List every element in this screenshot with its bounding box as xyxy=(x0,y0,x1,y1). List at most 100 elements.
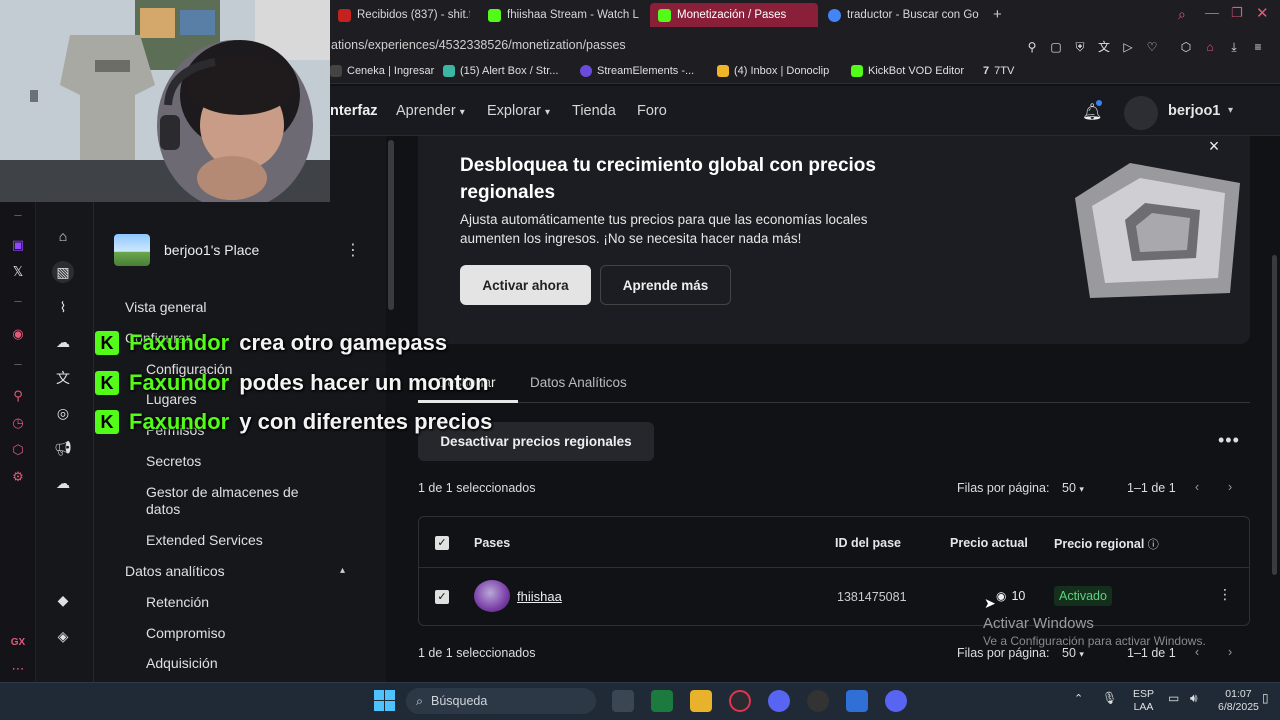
avatar[interactable] xyxy=(1124,96,1158,130)
sidebar-scrollbar[interactable] xyxy=(388,140,394,310)
column-header-regional-price[interactable]: Precio regional ⓘ xyxy=(1054,536,1159,552)
history-icon[interactable]: ◷ xyxy=(9,414,27,432)
play-icon[interactable]: ▷ xyxy=(1121,40,1135,54)
sidebar-item-datastore-2[interactable]: datos xyxy=(146,501,180,517)
microphone-icon[interactable]: 🎙︎ xyxy=(1102,692,1117,705)
rows-per-page-select[interactable]: 50 ▾ xyxy=(1062,646,1084,660)
info-icon[interactable]: ⓘ xyxy=(1148,539,1159,551)
sidebar-item-analytics[interactable]: Datos analíticos xyxy=(125,563,225,579)
roblox-logo-icon[interactable]: ◈ xyxy=(52,625,74,647)
windows-start-icon[interactable] xyxy=(374,690,395,711)
username[interactable]: berjoo1 xyxy=(1168,103,1220,119)
bookmark-alertbox[interactable]: (15) Alert Box / Str... xyxy=(443,65,558,77)
monitor-icon[interactable]: ▭ xyxy=(1168,692,1179,705)
volume-icon[interactable]: 🔊︎ xyxy=(1190,692,1198,705)
discord-notify-icon[interactable] xyxy=(885,690,907,712)
sidebar-item-extended-services[interactable]: Extended Services xyxy=(146,532,263,548)
wallet-icon[interactable]: ⌂ xyxy=(1203,40,1217,54)
bookmark-7tv[interactable]: 7 7TV xyxy=(983,65,1014,77)
pin-sidebar-icon[interactable]: ⚲ xyxy=(9,387,27,405)
language-indicator[interactable]: ESP LAA xyxy=(1133,688,1154,714)
activate-now-button[interactable]: Activar ahora xyxy=(460,265,591,305)
nav-learn[interactable]: Aprender ▾ xyxy=(396,103,465,119)
taskbar-search[interactable]: ⌕ Búsqueda xyxy=(406,688,596,714)
player-icon[interactable]: ◉ xyxy=(9,325,27,343)
extensions-sidebar-icon[interactable]: ⬡ xyxy=(9,441,27,459)
xbox-icon[interactable] xyxy=(651,690,673,712)
nav-interface[interactable]: nterfaz xyxy=(330,103,378,119)
chevron-up-icon[interactable]: ▴ xyxy=(340,565,345,576)
rows-per-page-select[interactable]: 50 ▾ xyxy=(1062,481,1084,495)
column-header-id[interactable]: ID del pase xyxy=(835,536,901,550)
clock[interactable]: 01:07 6/8/2025 xyxy=(1218,688,1259,714)
twitch-icon[interactable]: ▣ xyxy=(9,236,27,254)
maximize-icon[interactable]: ❐ xyxy=(1231,5,1243,21)
new-tab-button[interactable]: + xyxy=(993,6,1002,23)
shield-icon[interactable]: ⛨ xyxy=(1073,40,1087,54)
main-scrollbar[interactable] xyxy=(1272,255,1277,575)
sidebar-item-engagement[interactable]: Compromiso xyxy=(146,625,225,641)
bookmark-ceneka[interactable]: Ceneka | Ingresar xyxy=(330,65,434,77)
chevron-up-icon[interactable]: ⌃ xyxy=(1074,693,1083,706)
row-more-vertical-icon[interactable]: ⋮ xyxy=(1218,586,1232,603)
analytics-icon[interactable]: ⌇ xyxy=(52,296,74,318)
home-icon[interactable]: ⌂ xyxy=(52,225,74,247)
column-header-current-price[interactable]: Precio actual xyxy=(950,536,1028,550)
sidebar-item-datastore[interactable]: Gestor de almacenes de xyxy=(146,484,299,500)
tab-kick-stream[interactable]: fhiishaa Stream - Watch L xyxy=(480,3,640,27)
experiences-icon[interactable]: ▧ xyxy=(52,261,74,283)
roblox-studio-taskbar-icon[interactable] xyxy=(846,690,868,712)
place-name[interactable]: berjoo1's Place xyxy=(164,242,259,258)
bookmark-streamelements[interactable]: StreamElements -... xyxy=(580,65,694,77)
translate-rail-icon[interactable]: 文 xyxy=(52,367,74,389)
opera-gx-icon[interactable] xyxy=(729,690,751,712)
notifications-icon[interactable]: ▯ xyxy=(1262,692,1269,705)
more-icon[interactable]: ⋯ xyxy=(9,660,27,678)
tab-gmail[interactable]: Recibidos (837) - shit.fem xyxy=(330,3,470,27)
close-icon[interactable]: × xyxy=(1205,137,1223,155)
sidebar-item-acquisition[interactable]: Adquisición xyxy=(146,655,218,671)
nav-explore[interactable]: Explorar ▾ xyxy=(487,103,550,119)
sidebar-item-retention[interactable]: Retención xyxy=(146,594,209,610)
column-header-passes[interactable]: Pases xyxy=(474,536,510,550)
select-all-checkbox[interactable]: ✓ xyxy=(435,536,449,550)
chevron-left-icon[interactable]: ‹ xyxy=(1195,480,1199,494)
task-view-icon[interactable] xyxy=(612,690,634,712)
ads-icon[interactable]: 📢︎ xyxy=(52,437,74,459)
sidebar-item-secrets[interactable]: Secretos xyxy=(146,453,201,469)
tab-google[interactable]: traductor - Buscar con Go xyxy=(820,3,990,27)
screenshot-icon[interactable]: ▢ xyxy=(1049,40,1063,54)
url-text[interactable]: ations/experiences/4532338526/monetizati… xyxy=(331,38,626,52)
discord-icon[interactable] xyxy=(768,690,790,712)
tab-analytics[interactable]: Datos Analíticos xyxy=(530,375,627,390)
row-checkbox[interactable]: ✓ xyxy=(435,590,449,604)
menu-icon[interactable]: ≡ xyxy=(1251,40,1265,54)
translate-icon[interactable]: 文 xyxy=(1097,40,1111,54)
minimize-icon[interactable]: — xyxy=(1205,4,1219,20)
more-vertical-icon[interactable]: ⋮ xyxy=(345,240,361,260)
cloud-icon[interactable]: ☁ xyxy=(52,472,74,494)
file-explorer-icon[interactable] xyxy=(690,690,712,712)
community-icon[interactable]: ☁ xyxy=(52,331,74,353)
pin-icon[interactable]: ⚲ xyxy=(1025,40,1039,54)
chevron-right-icon[interactable]: › xyxy=(1228,480,1232,494)
obs-icon[interactable] xyxy=(807,690,829,712)
extensions-icon[interactable]: ⬡ xyxy=(1179,40,1193,54)
bookmark-donoclip[interactable]: (4) Inbox | Donoclip xyxy=(717,65,829,77)
sidebar-item-overview[interactable]: Vista general xyxy=(125,299,206,315)
download-icon[interactable]: ⤓ xyxy=(1227,40,1241,54)
x-twitter-icon[interactable]: 𝕏 xyxy=(9,263,27,281)
more-horizontal-icon[interactable]: ••• xyxy=(1218,430,1240,451)
chevron-right-icon[interactable]: › xyxy=(1228,645,1232,659)
pass-name-link[interactable]: fhiishaa xyxy=(517,589,562,604)
tab-monetization[interactable]: Monetización / Pases xyxy=(650,3,818,27)
close-window-icon[interactable]: ✕ xyxy=(1256,4,1269,22)
heart-icon[interactable]: ♡ xyxy=(1145,40,1159,54)
nav-forum[interactable]: Foro xyxy=(637,103,667,119)
chevron-down-icon[interactable]: ▾ xyxy=(1228,105,1233,116)
nav-store[interactable]: Tienda xyxy=(572,103,616,119)
search-icon[interactable]: ⌕ xyxy=(1178,6,1186,23)
bookmark-kickbot[interactable]: KickBot VOD Editor xyxy=(851,65,964,77)
settings-icon[interactable]: ⚙ xyxy=(9,468,27,486)
roblox-studio-icon[interactable]: ◆ xyxy=(52,589,74,611)
